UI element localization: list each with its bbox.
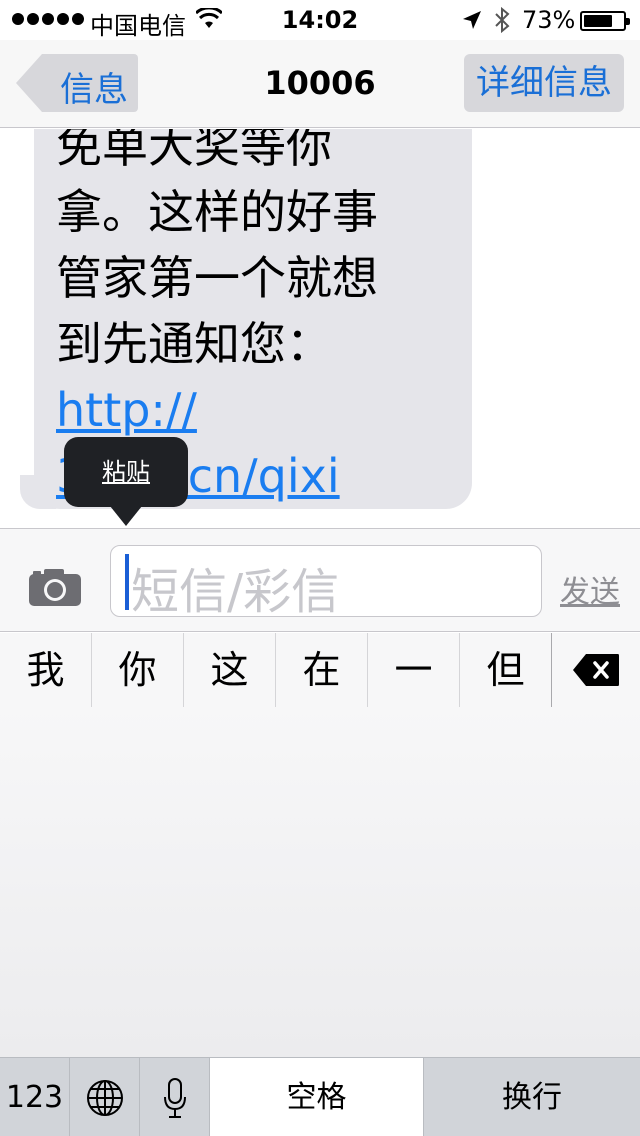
delete-key-icon[interactable] [572, 653, 620, 687]
message-line: 到先通知您： [56, 317, 332, 371]
microphone-icon [163, 1077, 186, 1118]
message-line: 拿。这样的好事 [56, 185, 378, 239]
keyboard-bottom-row: 123 空格 换行 [0, 1057, 640, 1136]
message-input-placeholder: 短信/彩信 [131, 564, 340, 620]
location-arrow-icon [463, 11, 481, 29]
status-bar: 中国电信 14:02 73% [0, 0, 640, 40]
battery-icon [580, 11, 630, 31]
details-button[interactable]: 详细信息 [464, 54, 624, 112]
globe-icon [86, 1079, 123, 1116]
message-line: 免单大奖等你 [56, 129, 332, 173]
candidate-word[interactable]: 一 [368, 633, 460, 707]
navigation-bar: 信息 10006 详细信息 [0, 40, 640, 128]
message-input[interactable]: 短信/彩信 [110, 545, 542, 620]
candidate-word[interactable]: 你 [92, 633, 184, 707]
candidate-word[interactable]: 在 [276, 633, 368, 707]
space-key[interactable]: 空格 [210, 1058, 424, 1136]
return-key[interactable]: 换行 [424, 1058, 640, 1136]
bluetooth-icon [495, 7, 510, 33]
message-line: 管家第一个就想 [56, 251, 378, 305]
paste-menu-button[interactable]: 粘贴 [64, 437, 188, 507]
battery-percent: 73% [522, 6, 576, 34]
send-button[interactable]: 发送 [560, 567, 620, 611]
candidate-word[interactable]: 这 [184, 633, 276, 707]
message-link[interactable]: http:// [56, 377, 456, 443]
keyboard-area[interactable] [0, 707, 640, 1057]
tooltip-arrow [110, 506, 142, 526]
compose-bar: 短信/彩信 发送 [0, 528, 640, 632]
camera-icon[interactable] [28, 567, 82, 607]
numbers-key[interactable]: 123 [0, 1058, 70, 1136]
microphone-key[interactable] [140, 1058, 210, 1136]
text-caret [125, 554, 129, 610]
candidate-word[interactable]: 但 [460, 633, 552, 707]
candidate-word[interactable]: 我 [0, 633, 92, 707]
candidate-bar: 我 你 这 在 一 但 [0, 633, 640, 707]
globe-key[interactable] [70, 1058, 140, 1136]
